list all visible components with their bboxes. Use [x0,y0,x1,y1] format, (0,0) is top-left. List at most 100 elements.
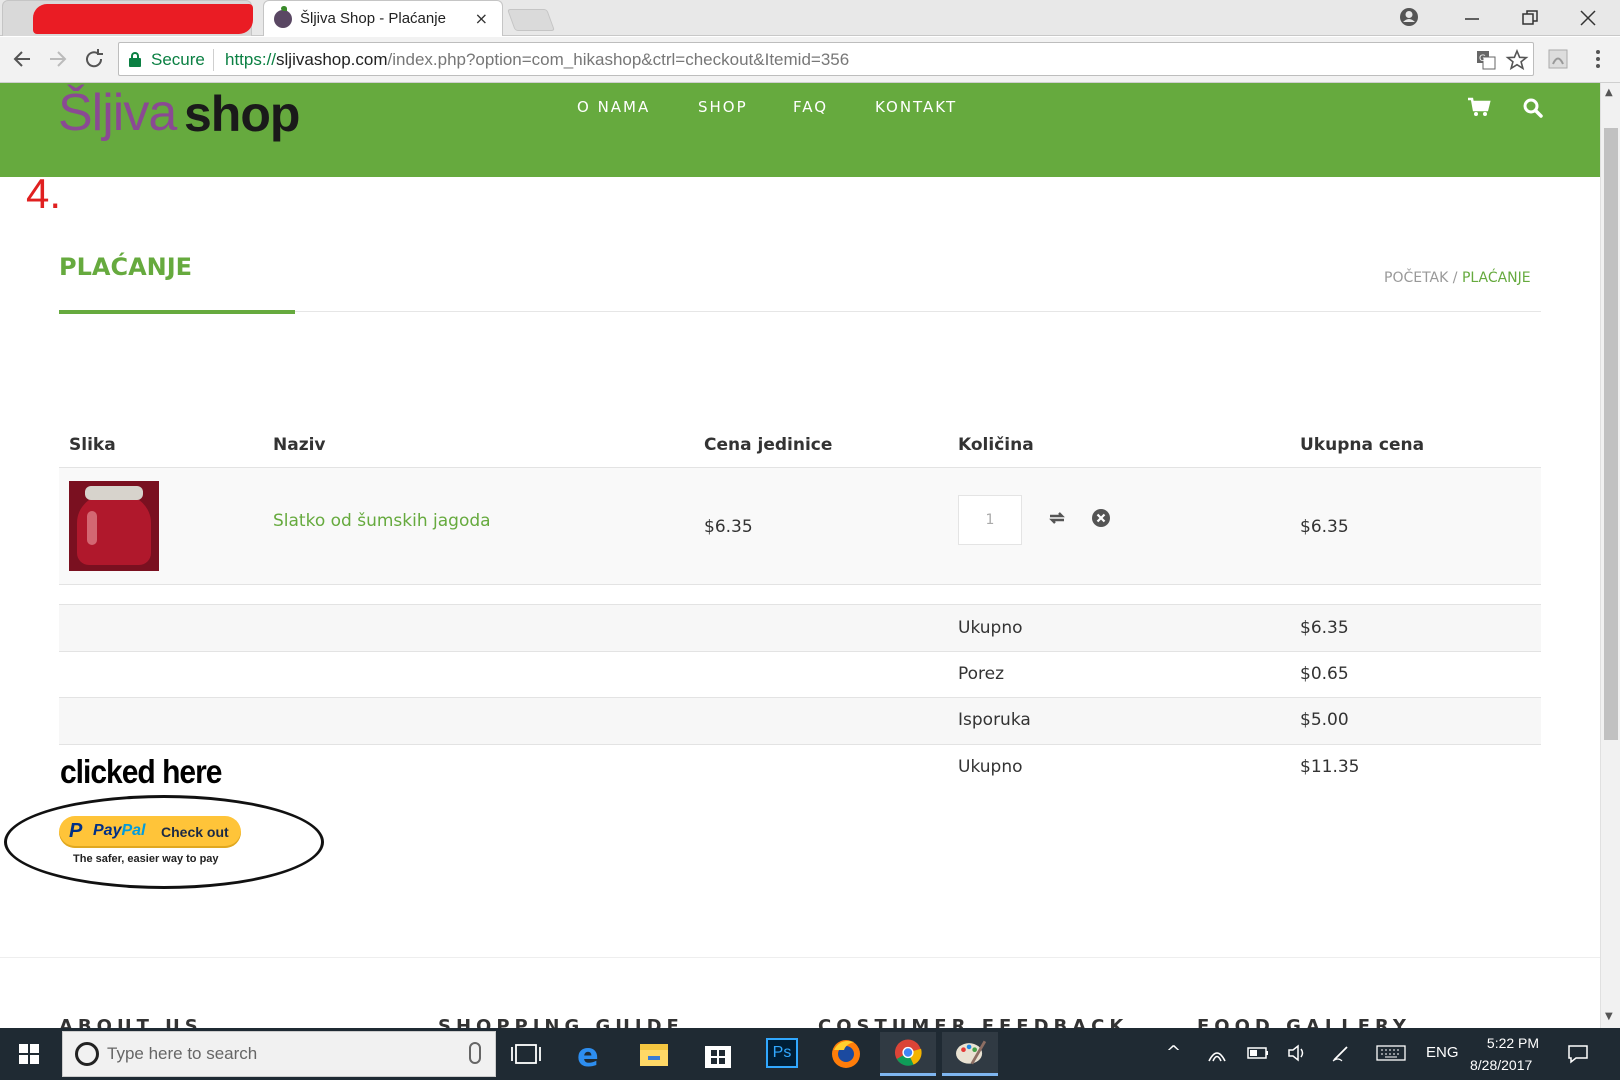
breadcrumb-separator: / [1452,270,1458,286]
column-header-ukupna-cena: Ukupna cena [1300,435,1425,455]
nav-faq[interactable]: FAQ [793,98,828,116]
menu-icon[interactable] [1590,47,1606,71]
logo-text-shop: shop [184,86,300,142]
url-protocol: https:// [225,50,277,69]
summary-value-total: $11.35 [1300,757,1360,777]
quantity-input[interactable]: 1 [958,495,1022,545]
redaction-scribble [33,4,253,34]
clock-date[interactable]: 8/28/2017 [1470,1057,1532,1073]
paypal-wordmark-pay: Pay [93,822,122,839]
summary-divider [59,651,1541,652]
summary-value-shipping: $5.00 [1300,710,1349,730]
new-tab-button[interactable] [506,9,556,31]
product-image[interactable] [69,481,159,571]
forward-icon[interactable] [46,47,70,71]
tab-close-icon[interactable]: × [475,9,488,28]
paypal-wordmark-pal: Pal [121,822,146,839]
browser-tab-redacted[interactable] [2,0,253,36]
secure-label: Secure [151,50,205,69]
row-divider [59,584,1541,585]
paypal-checkout-label: Check out [161,824,229,840]
column-header-cena-jedinice: Cena jedinice [704,435,833,455]
edge-icon[interactable]: e [562,1032,618,1076]
browser-tab-bar: Šljiva Shop - Plaćanje × [0,0,1620,36]
footer-divider [0,957,1600,958]
summary-label-shipping: Isporuka [958,710,1031,730]
url-host: sljivashop.com [276,50,388,69]
paypal-p-icon: P [69,820,83,842]
column-header-slika: Slika [69,435,116,455]
browser-tab-active[interactable]: Šljiva Shop - Plaćanje × [263,0,503,36]
restore-icon[interactable] [1520,8,1540,28]
taskbar-search-box[interactable]: Type here to search [62,1031,496,1077]
keyboard-icon[interactable] [1376,1044,1406,1062]
cortana-icon [75,1042,99,1066]
taskbar-search-placeholder: Type here to search [107,1044,258,1063]
chrome-icon[interactable] [880,1032,936,1076]
page-title: PLAĆANJE [59,253,193,281]
volume-icon[interactable] [1286,1042,1308,1064]
column-header-kolicina: Količina [958,435,1034,455]
battery-icon[interactable] [1246,1044,1270,1062]
microphone-icon[interactable] [469,1042,481,1064]
browser-toolbar: Secure https://sljivashop.com/index.php?… [0,37,1620,83]
remove-item-icon[interactable] [1090,507,1112,529]
breadcrumb: POČETAK / PLAĆANJE [1384,270,1531,286]
summary-divider [59,744,1541,745]
translate-icon[interactable]: G [1475,49,1497,71]
cart-icon[interactable] [1467,97,1491,117]
page-scrollbar[interactable]: ▲ ▼ [1600,83,1620,1028]
minimize-icon[interactable] [1462,8,1482,28]
task-view-icon[interactable] [498,1032,554,1076]
scroll-down-arrow-icon[interactable]: ▼ [1605,1011,1613,1022]
step-annotation: 4. [26,170,62,217]
tray-chevron-up-icon[interactable]: ^ [1166,1042,1181,1063]
close-icon[interactable] [1578,8,1598,28]
address-bar[interactable]: Secure https://sljivashop.com/index.php?… [118,42,1534,76]
paypal-checkout-button[interactable]: P PayPal Check out [59,816,241,848]
network-icon[interactable] [1206,1042,1228,1064]
search-icon[interactable] [1522,97,1544,119]
refresh-quantity-icon[interactable] [1046,507,1068,529]
breadcrumb-current: PLAĆANJE [1461,270,1531,286]
action-center-icon[interactable] [1566,1042,1590,1066]
store-icon[interactable] [690,1032,746,1076]
title-accent-bar [59,310,295,314]
scroll-up-arrow-icon[interactable]: ▲ [1605,87,1613,98]
clicked-here-annotation: clicked here [60,754,222,791]
photoshop-icon[interactable]: Ps [754,1032,810,1076]
summary-label-total: Ukupno [958,757,1023,777]
breadcrumb-home[interactable]: POČETAK [1384,270,1448,286]
paypal-wordmark: PayPal [93,822,145,840]
tab-title: Šljiva Shop - Plaćanje [300,10,446,27]
nav-o-nama[interactable]: O NAMA [577,98,650,116]
profile-icon[interactable] [1398,6,1420,28]
url-text[interactable]: https://sljivashop.com/index.php?option=… [225,50,849,70]
star-icon[interactable] [1505,48,1529,72]
unit-price: $6.35 [704,517,753,537]
scroll-thumb[interactable] [1604,128,1618,740]
nav-shop[interactable]: SHOP [698,98,748,116]
pdf-extension-icon[interactable] [1546,47,1570,71]
clock-time[interactable]: 5:22 PM [1481,1035,1545,1051]
svg-text:G: G [1479,54,1486,64]
summary-label-tax: Porez [958,664,1005,684]
svg-text:e: e [577,1036,599,1074]
url-separator [213,49,214,71]
back-icon[interactable] [10,47,34,71]
row-total-price: $6.35 [1300,517,1349,537]
product-name-link[interactable]: Slatko od šumskih jagoda [273,511,491,531]
windows-taskbar: Type here to search e Ps ^ ENG 5:22 PM 8… [0,1028,1620,1080]
file-explorer-icon[interactable] [626,1032,682,1076]
pen-icon[interactable] [1330,1042,1352,1064]
firefox-icon[interactable] [818,1032,874,1076]
windows-start-icon[interactable] [0,1028,58,1080]
lock-icon [129,52,141,67]
url-path: /index.php?option=com_hikashop&ctrl=chec… [387,50,850,69]
reload-icon[interactable] [82,47,106,71]
nav-kontakt[interactable]: KONTAKT [875,98,957,116]
paint-icon[interactable] [942,1032,998,1076]
language-indicator[interactable]: ENG [1426,1044,1459,1061]
logo-text-sljiva: Šljiva [58,84,177,142]
column-header-naziv: Naziv [273,435,326,455]
